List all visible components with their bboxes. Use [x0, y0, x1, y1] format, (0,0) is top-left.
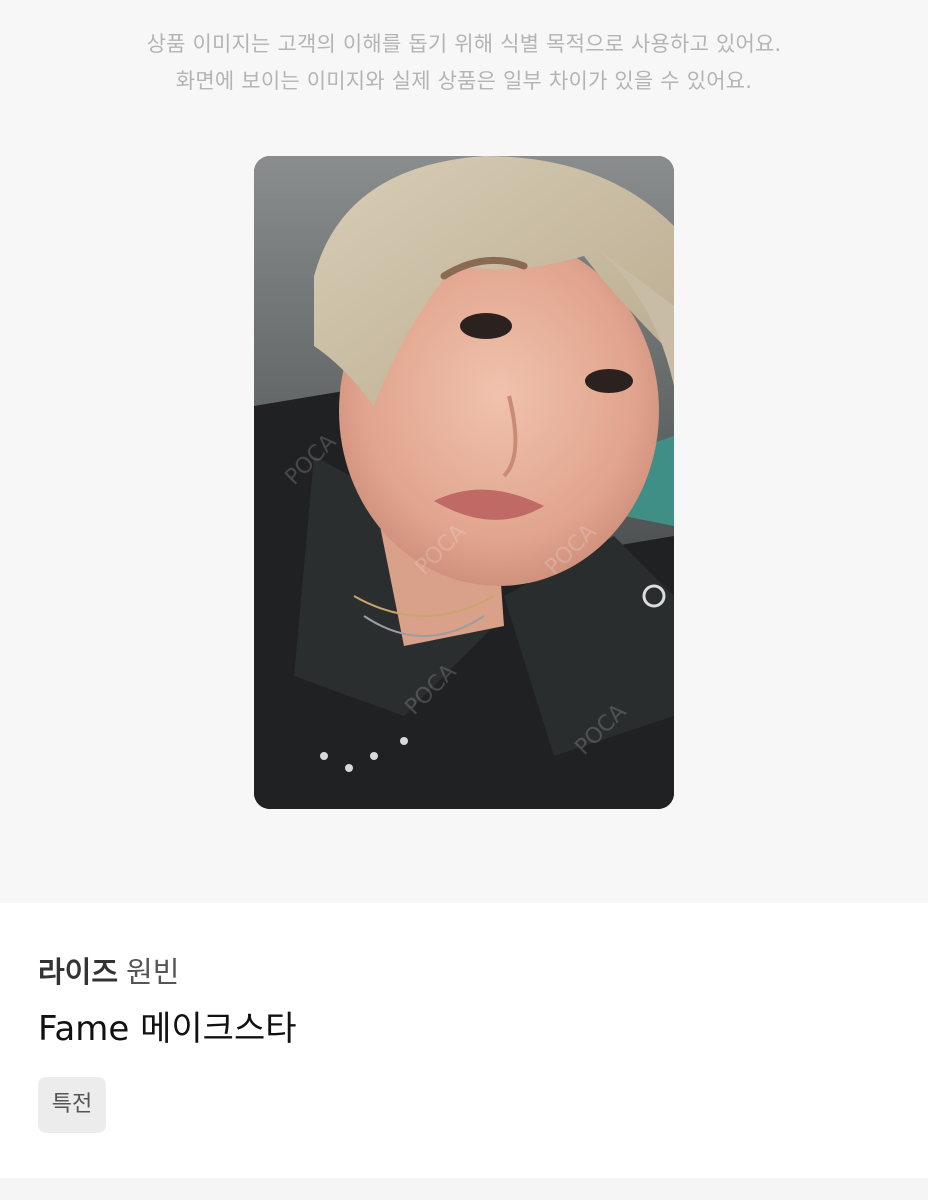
image-notice: 상품 이미지는 고객의 이해를 돕기 위해 식별 목적으로 사용하고 있어요. …	[0, 26, 928, 100]
photocard-image[interactable]: POCA POCA POCA POCA POCA	[254, 156, 674, 809]
product-info: 라이즈 원빈 Fame 메이크스타 특전	[38, 952, 890, 1133]
product-name: Fame 메이크스타	[38, 1009, 297, 1049]
product-image-area: 상품 이미지는 고객의 이해를 돕기 위해 식별 목적으로 사용하고 있어요. …	[0, 0, 928, 903]
image-notice-line-1: 상품 이미지는 고객의 이해를 돕기 위해 식별 목적으로 사용하고 있어요.	[146, 32, 782, 56]
section-divider	[0, 1178, 928, 1200]
group-name[interactable]: 라이즈	[38, 955, 118, 989]
photocard-illustration: POCA POCA POCA POCA POCA	[254, 156, 674, 809]
benefit-tag: 특전	[38, 1077, 106, 1133]
image-notice-line-2: 화면에 보이는 이미지와 실제 상품은 일부 차이가 있을 수 있어요.	[175, 69, 753, 93]
member-name[interactable]: 원빈	[126, 955, 179, 989]
artist-line: 라이즈 원빈	[38, 952, 890, 992]
